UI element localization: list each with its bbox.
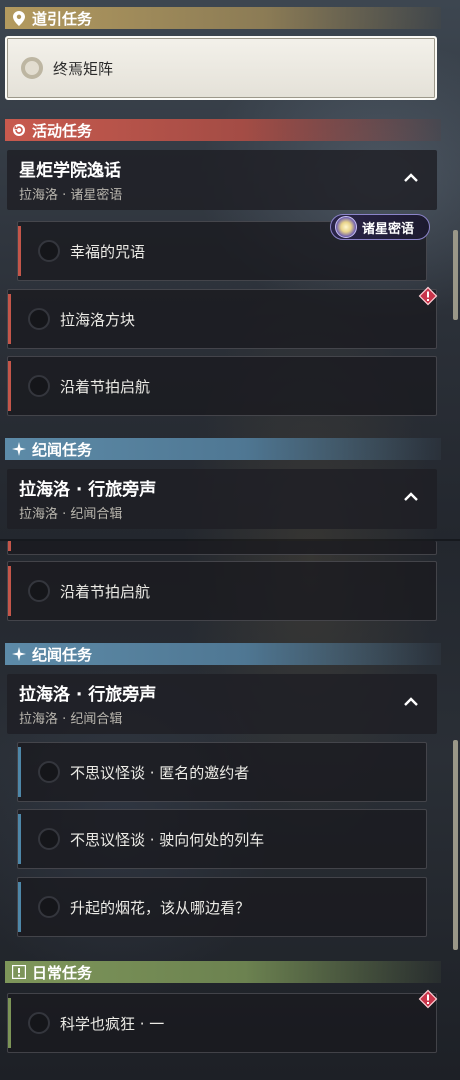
refresh-icon [11, 122, 27, 138]
quest-title: 终焉矩阵 [53, 59, 114, 78]
group-subtitle: 拉海洛 · 纪闻合辑 [19, 507, 123, 522]
quest-title: 升起的烟花，该从哪边看？ [70, 898, 251, 917]
quest-accent-bar [8, 998, 11, 1048]
star-orb-icon [335, 216, 357, 238]
quest-title: 幸福的咒语 [70, 242, 146, 261]
quest-group-header[interactable]: 星炬学院逸话 拉海洛 · 诸星密语 [7, 150, 437, 210]
quest-status-ring-icon [28, 1012, 50, 1034]
quest-status-ring-icon [38, 828, 60, 850]
section-label: 纪闻任务 [32, 645, 93, 664]
quest-accent-bar [18, 882, 21, 932]
warning-icon [418, 286, 438, 306]
quest-group-header[interactable]: 拉海洛 · 行旅旁声 拉海洛 · 纪闻合辑 [7, 674, 437, 734]
section-header-daily: 日常任务 [5, 961, 441, 983]
quest-title: 沿着节拍启航 [60, 582, 151, 601]
quest-accent-bar [18, 747, 21, 797]
section-label: 纪闻任务 [32, 440, 93, 459]
quest-item[interactable]: 升起的烟花，该从哪边看？ [17, 877, 427, 937]
quest-accent-bar [8, 566, 11, 616]
guide-quest-card[interactable]: 终焉矩阵 [5, 36, 437, 100]
quest-status-ring-icon [38, 240, 60, 262]
quest-status-ring-icon [21, 57, 43, 79]
chevron-up-icon[interactable] [403, 694, 419, 710]
quest-accent-bar [8, 294, 11, 344]
group-title: 星炬学院逸话 [19, 161, 121, 181]
section-header-story: 纪闻任务 [5, 438, 441, 460]
quest-item[interactable]: 沿着节拍启航 [7, 356, 437, 416]
section-header-guide: 道引任务 [5, 7, 441, 29]
quest-accent-bar [8, 541, 11, 551]
quest-title: 沿着节拍启航 [60, 377, 151, 396]
scrollbar-thumb[interactable] [453, 230, 458, 320]
group-title: 拉海洛 · 行旅旁声 [19, 685, 157, 705]
section-label: 道引任务 [32, 9, 93, 28]
quest-status-ring-icon [28, 580, 50, 602]
group-subtitle: 拉海洛 · 诸星密语 [19, 188, 123, 203]
chevron-up-icon[interactable] [403, 489, 419, 505]
warning-icon [418, 989, 438, 1009]
quest-group-header[interactable]: 拉海洛 · 行旅旁声 拉海洛 · 纪闻合辑 [7, 469, 437, 529]
group-title: 拉海洛 · 行旅旁声 [19, 480, 157, 500]
quest-item[interactable]: 拉海洛方块 [7, 289, 437, 349]
section-header-event: 活动任务 [5, 119, 441, 141]
quest-item[interactable]: 不思议怪谈 · 匿名的邀约者 [17, 742, 427, 802]
quest-accent-bar [18, 226, 21, 276]
quest-title: 不思议怪谈 · 匿名的邀约者 [70, 763, 250, 782]
sparkle-icon [11, 646, 27, 662]
quest-item[interactable]: 沿着节拍启航 [7, 561, 437, 621]
group-subtitle: 拉海洛 · 纪闻合辑 [19, 712, 123, 727]
quest-status-ring-icon [28, 375, 50, 397]
quest-title: 不思议怪谈 · 驶向何处的列车 [70, 830, 265, 849]
map-pin-icon [11, 10, 27, 26]
quest-tag-badge: 诸星密语 [330, 214, 430, 240]
section-label: 日常任务 [32, 963, 93, 982]
section-label: 活动任务 [32, 121, 93, 140]
section-header-story: 纪闻任务 [5, 643, 441, 665]
chevron-up-icon[interactable] [403, 170, 419, 186]
quest-accent-bar [8, 361, 11, 411]
sparkle-icon [11, 441, 27, 457]
quest-status-ring-icon [38, 761, 60, 783]
quest-status-ring-icon [38, 896, 60, 918]
quest-title: 科学也疯狂 · 一 [60, 1014, 165, 1033]
quest-item[interactable]: 不思议怪谈 · 驶向何处的列车 [17, 809, 427, 869]
scrollbar-thumb[interactable] [453, 740, 458, 950]
alert-box-icon [11, 964, 27, 980]
quest-status-ring-icon [28, 308, 50, 330]
tag-label: 诸星密语 [362, 221, 415, 237]
quest-item[interactable]: 科学也疯狂 · 一 [7, 993, 437, 1053]
quest-title: 拉海洛方块 [60, 310, 136, 329]
quest-item-partial[interactable] [7, 541, 437, 555]
quest-accent-bar [18, 814, 21, 864]
